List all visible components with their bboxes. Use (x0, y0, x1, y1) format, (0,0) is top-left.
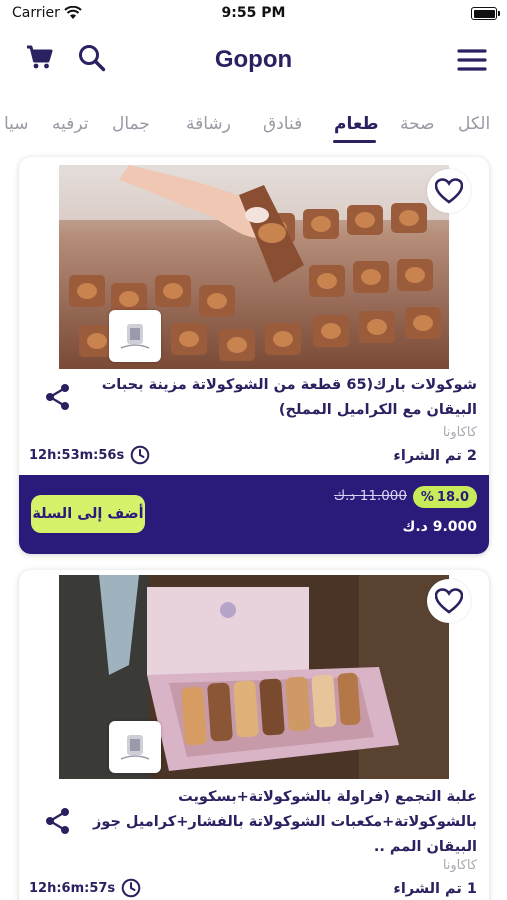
old-price: 11.000 د.ك (334, 488, 407, 504)
tab-travel[interactable]: سيا (4, 114, 29, 134)
share-icon[interactable] (45, 807, 71, 839)
tab-all[interactable]: الكل (458, 114, 490, 134)
add-to-cart-button[interactable]: أضف إلى السلة (31, 495, 145, 533)
purchase-count: 2 تم الشراء (393, 448, 477, 464)
clock-icon (121, 878, 141, 898)
product-name[interactable]: شوكولات بارك(65 قطعة من الشوكولاتة مزينة… (79, 373, 477, 423)
countdown-timer: 12h:6m:57s (29, 878, 141, 898)
app-header: Gopon (0, 28, 507, 94)
product-name[interactable]: علبة التجمع (فراولة بالشوكولاتة+بسكويت ب… (79, 785, 477, 860)
brand-name: كاكاونا (442, 425, 477, 440)
product-photo[interactable] (59, 165, 449, 369)
price-bar: أضف إلى السلة % 18.0 11.000 د.ك 9.000 د.… (19, 475, 489, 554)
clock-icon (130, 445, 150, 465)
brand-name: كاكاونا (442, 858, 477, 873)
timer-value: 12h:6m:57s (29, 880, 116, 896)
timer-value: 12h:53m:56s (29, 447, 125, 463)
discount-badge: % 18.0 (412, 486, 477, 508)
product-photo[interactable] (59, 575, 449, 779)
active-tab-indicator (333, 140, 376, 143)
new-price: 9.000 د.ك (402, 519, 477, 535)
app-title: Gopon (214, 46, 293, 73)
tab-fitness[interactable]: رشاقة (186, 114, 231, 134)
favorite-heart-icon[interactable] (427, 169, 471, 213)
category-tabs: الكل صحة طعام فنادق رشاقة جمال ترفيه سيا (0, 106, 507, 148)
product-card[interactable]: علبة التجمع (فراولة بالشوكولاتة+بسكويت ب… (19, 570, 489, 900)
hamburger-menu-icon[interactable] (457, 48, 487, 76)
tab-health[interactable]: صحة (400, 114, 435, 134)
battery-icon (471, 7, 500, 20)
brand-logo (109, 721, 161, 773)
share-icon[interactable] (45, 383, 71, 415)
discount-percent: 18.0 (436, 489, 469, 505)
clock-time: 9:55 PM (221, 5, 286, 21)
discount-percent-symbol: % (420, 489, 434, 505)
purchase-count: 1 تم الشراء (393, 881, 477, 897)
favorite-heart-icon[interactable] (427, 579, 471, 623)
tab-beauty[interactable]: جمال (112, 114, 150, 134)
tab-entertainment[interactable]: ترفيه (52, 114, 88, 134)
tab-hotels[interactable]: فنادق (263, 114, 302, 134)
tab-food[interactable]: طعام (334, 114, 378, 134)
brand-logo (109, 310, 161, 362)
status-bar: Carrier 9:55 PM (0, 0, 507, 28)
product-card[interactable]: شوكولات بارك(65 قطعة من الشوكولاتة مزينة… (19, 157, 489, 554)
countdown-timer: 12h:53m:56s (29, 445, 150, 465)
